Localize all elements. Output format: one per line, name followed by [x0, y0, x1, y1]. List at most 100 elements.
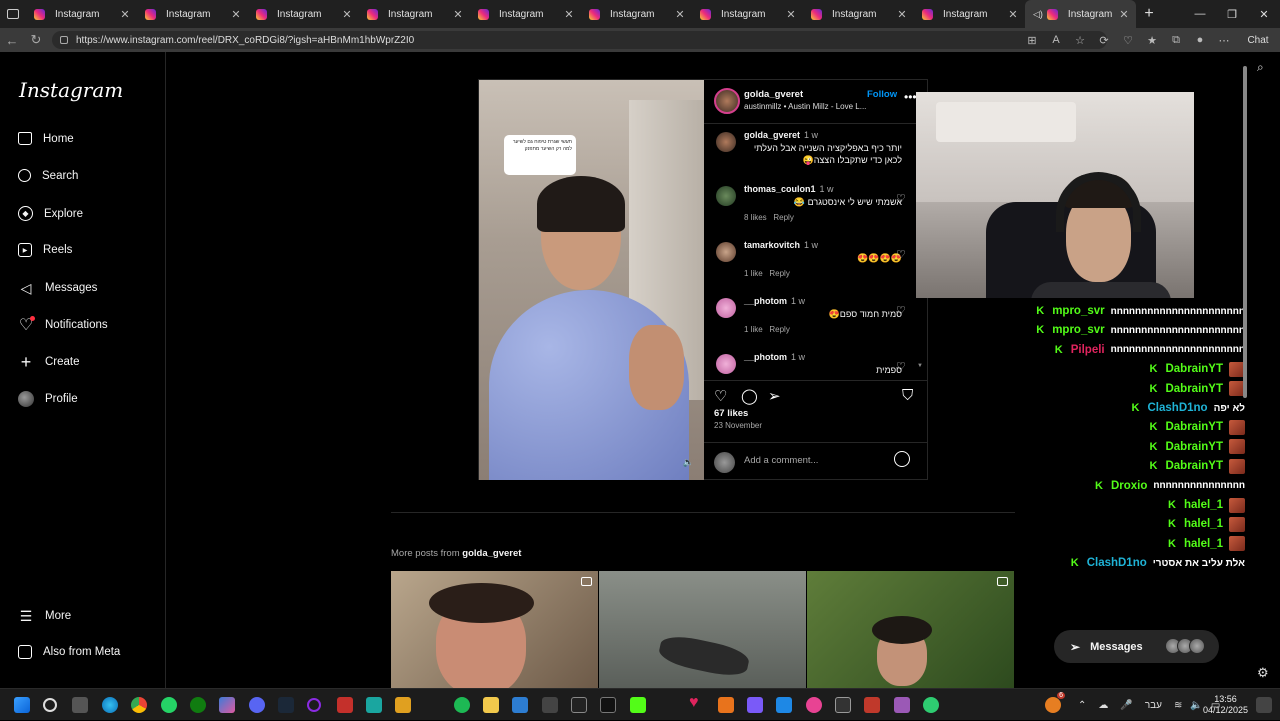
minimize-button[interactable]: — — [1184, 0, 1216, 28]
more-post-thumb[interactable] — [599, 571, 806, 688]
sidebar-item-create[interactable]: + Create — [18, 352, 80, 372]
close-window-button[interactable]: ✕ — [1248, 0, 1280, 28]
close-tab-icon[interactable]: ✕ — [674, 8, 686, 21]
back-button[interactable]: ← — [0, 33, 24, 48]
windows-start-icon[interactable] — [14, 697, 30, 713]
comment-username[interactable]: golda_gveret — [744, 130, 800, 140]
onedrive-icon[interactable]: ☁ — [1098, 700, 1108, 711]
browser-tab[interactable]: Instagram ✕ — [692, 0, 803, 28]
more-post-thumb[interactable] — [807, 571, 1014, 688]
sidebar-item-reels[interactable]: ▶ Reels — [18, 243, 72, 257]
comment-avatar[interactable] — [716, 186, 736, 206]
notifications-center-icon[interactable] — [1256, 697, 1272, 713]
app-icon[interactable] — [806, 697, 822, 713]
close-tab-icon[interactable]: ✕ — [341, 8, 353, 21]
emoji-icon[interactable] — [894, 451, 910, 467]
volume-icon[interactable]: 🔈 — [683, 457, 694, 468]
app-icon[interactable] — [776, 697, 792, 713]
task-view-icon[interactable] — [72, 697, 88, 713]
browser-tab[interactable]: Instagram ✕ — [359, 0, 470, 28]
more-post-thumb[interactable] — [391, 571, 598, 688]
browser-tab[interactable]: ◁) Instagram ✕ — [1025, 0, 1136, 28]
page-scrollbar[interactable] — [1241, 56, 1249, 688]
comment-username[interactable]: thomas_coulon1 — [744, 184, 816, 194]
more-posts-username[interactable]: golda_gveret — [462, 548, 521, 559]
favorites-icon[interactable]: ★ — [1140, 34, 1164, 47]
post-audio-info[interactable]: austinmillz • Austin Millz - Love L... — [744, 102, 866, 111]
media-player-icon[interactable] — [337, 697, 353, 713]
edge-icon[interactable] — [102, 697, 118, 713]
instagram-logo[interactable]: Instagram — [19, 78, 123, 102]
notification-app-icon[interactable]: 6 — [1045, 692, 1065, 713]
likes-count[interactable]: 67 likes — [714, 408, 748, 419]
like-icon[interactable]: ♡ — [714, 387, 727, 405]
store-icon[interactable] — [395, 697, 411, 713]
more-options-icon[interactable]: ••• — [904, 90, 917, 104]
reply-button[interactable]: Reply — [769, 325, 789, 334]
reply-button[interactable]: Reply — [769, 269, 789, 278]
kick-icon[interactable] — [630, 697, 646, 713]
collections-icon[interactable]: ⧉ — [1164, 34, 1188, 47]
gear-icon[interactable]: ⚙ — [1257, 665, 1269, 681]
close-tab-icon[interactable]: ✕ — [452, 8, 464, 21]
epic-games-icon[interactable] — [835, 697, 851, 713]
share-icon[interactable]: ➢ — [768, 387, 781, 405]
comment-like-icon[interactable]: ♡ — [896, 192, 906, 205]
favorite-star-icon[interactable]: ☆ — [1068, 34, 1092, 47]
copilot-icon[interactable] — [219, 697, 235, 713]
messages-drawer-button[interactable]: ➢ Messages — [1054, 630, 1219, 663]
app-ring-icon[interactable] — [307, 698, 321, 712]
whatsapp-icon[interactable] — [161, 697, 177, 713]
close-tab-icon[interactable]: ✕ — [563, 8, 575, 21]
chrome-icon[interactable] — [131, 697, 147, 713]
obs-icon[interactable] — [571, 697, 587, 713]
new-tab-button[interactable]: + — [1136, 5, 1162, 23]
chevron-up-icon[interactable]: ⌃ — [1078, 700, 1086, 711]
profile-avatar-icon[interactable]: ● — [1188, 34, 1212, 46]
comment-like-icon[interactable]: ♡ — [896, 360, 906, 373]
close-tab-icon[interactable]: ✕ — [896, 8, 908, 21]
sidebar-item-profile[interactable]: Profile — [18, 391, 78, 407]
reel-video[interactable]: תעשי שגרת טיפוח גם לשיער למה רק השיער מת… — [479, 80, 704, 480]
close-tab-icon[interactable]: ✕ — [1118, 8, 1130, 21]
post-author-username[interactable]: golda_gveret — [744, 89, 803, 100]
app-icon[interactable] — [512, 697, 528, 713]
browser-tab[interactable]: Instagram ✕ — [470, 0, 581, 28]
comment-like-icon[interactable]: ♡ — [896, 304, 906, 317]
app-icon[interactable] — [864, 697, 880, 713]
sidebar-item-also-from-meta[interactable]: Also from Meta — [18, 645, 120, 659]
browser-essentials-icon[interactable]: ♡ — [1116, 34, 1140, 47]
browser-tab[interactable]: Instagram ✕ — [803, 0, 914, 28]
speaker-icon[interactable]: ◁) — [1033, 9, 1043, 20]
clock[interactable]: 13:56 04/12/2025 — [1203, 694, 1248, 717]
settings-menu-icon[interactable]: ⋯ — [1212, 34, 1236, 47]
volume-icon[interactable]: 🔈 — [1190, 700, 1202, 711]
app-icon[interactable] — [747, 697, 763, 713]
sidebar-item-explore[interactable]: ◆ Explore — [18, 206, 83, 221]
tab-actions-icon[interactable] — [0, 0, 26, 28]
comments-scroll-down-icon[interactable]: ▼ — [917, 363, 923, 369]
close-tab-icon[interactable]: ✕ — [785, 8, 797, 21]
close-tab-icon[interactable]: ✕ — [1007, 8, 1019, 21]
browser-tab[interactable]: Instagram ✕ — [914, 0, 1025, 28]
add-comment-input[interactable]: Add a comment... — [744, 455, 818, 466]
sidebar-item-home[interactable]: Home — [18, 132, 74, 145]
browser-tab[interactable]: Instagram ✕ — [248, 0, 359, 28]
app-icon[interactable] — [542, 697, 558, 713]
maximize-button[interactable]: ❐ — [1216, 0, 1248, 28]
comment-avatar[interactable] — [716, 132, 736, 152]
comment-like-icon[interactable]: ♡ — [896, 248, 906, 261]
close-tab-icon[interactable]: ✕ — [119, 8, 131, 21]
xbox-icon[interactable] — [190, 697, 206, 713]
url-field[interactable]: https://www.instagram.com/reel/DRX_coRDG… — [52, 31, 1107, 49]
sidebar-item-search[interactable]: Search — [18, 169, 78, 182]
capcut-icon[interactable] — [600, 697, 616, 713]
search-icon[interactable]: ⌕ — [1257, 60, 1264, 75]
comment-likes[interactable]: 1 like — [744, 325, 763, 334]
browser-tab[interactable]: Instagram ✕ — [581, 0, 692, 28]
copilot-chat-button[interactable]: Chat — [1236, 35, 1280, 46]
microphone-icon[interactable]: 🎤 — [1120, 700, 1132, 711]
app-icon[interactable] — [923, 697, 939, 713]
input-language[interactable]: עבר — [1145, 700, 1162, 711]
spotify-icon[interactable] — [454, 697, 470, 713]
